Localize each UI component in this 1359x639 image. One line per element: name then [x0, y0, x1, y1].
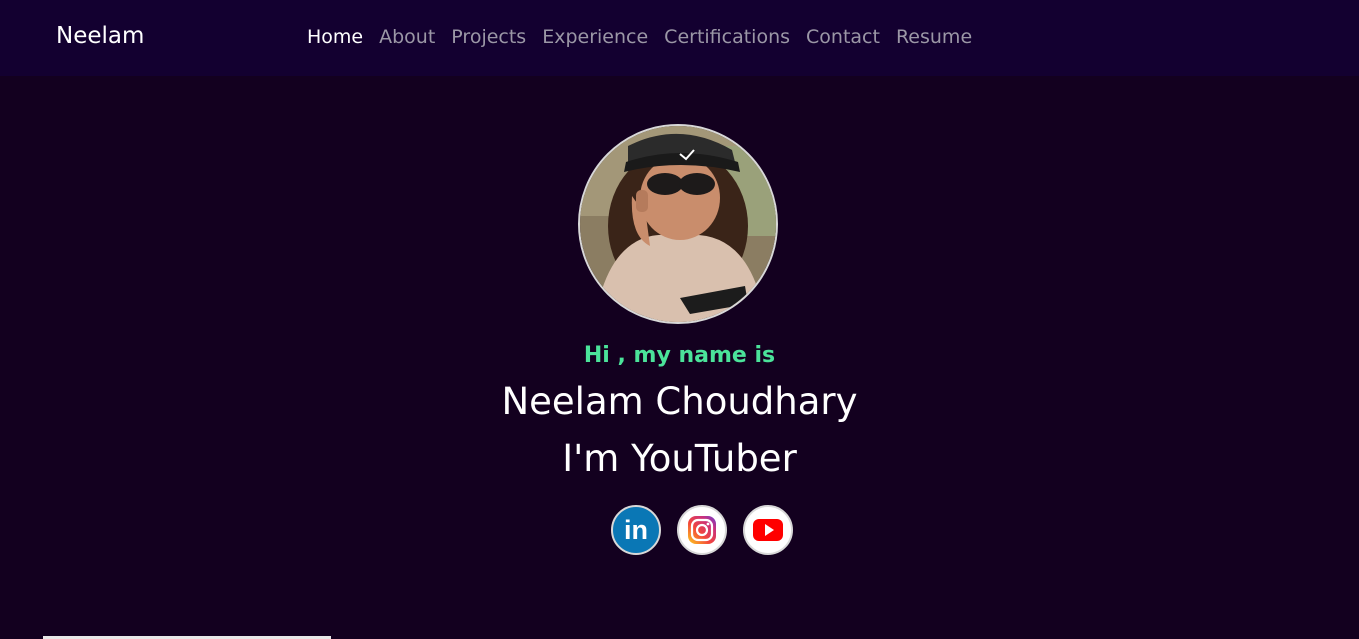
hero-name: Neelam Choudhary — [501, 380, 858, 423]
youtube-link[interactable] — [743, 505, 793, 555]
linkedin-link[interactable]: in — [611, 505, 661, 555]
nav-resume-link[interactable]: Resume — [896, 26, 972, 48]
nav-contact-link[interactable]: Contact — [806, 26, 880, 48]
nav-certifications-link[interactable]: Certifications — [664, 26, 790, 48]
hero-role: I'm YouTuber — [562, 437, 797, 480]
youtube-icon — [753, 519, 783, 541]
greeting-text: Hi , my name is — [583, 343, 776, 368]
nav-experience-link[interactable]: Experience — [542, 26, 648, 48]
instagram-link[interactable] — [677, 505, 727, 555]
instagram-icon — [688, 516, 716, 544]
nav-projects-link[interactable]: Projects — [451, 26, 526, 48]
brand-link[interactable]: Neelam — [56, 23, 144, 49]
profile-photo-illustration — [580, 126, 776, 322]
nav-about-link[interactable]: About — [379, 26, 435, 48]
navbar: Neelam Home About Projects Experience Ce… — [0, 0, 1359, 76]
social-links: in — [611, 505, 793, 555]
nav-home-link[interactable]: Home — [307, 26, 363, 48]
linkedin-icon: in — [624, 514, 648, 545]
nav-links: Home About Projects Experience Certifica… — [307, 26, 972, 48]
profile-photo — [578, 124, 778, 324]
